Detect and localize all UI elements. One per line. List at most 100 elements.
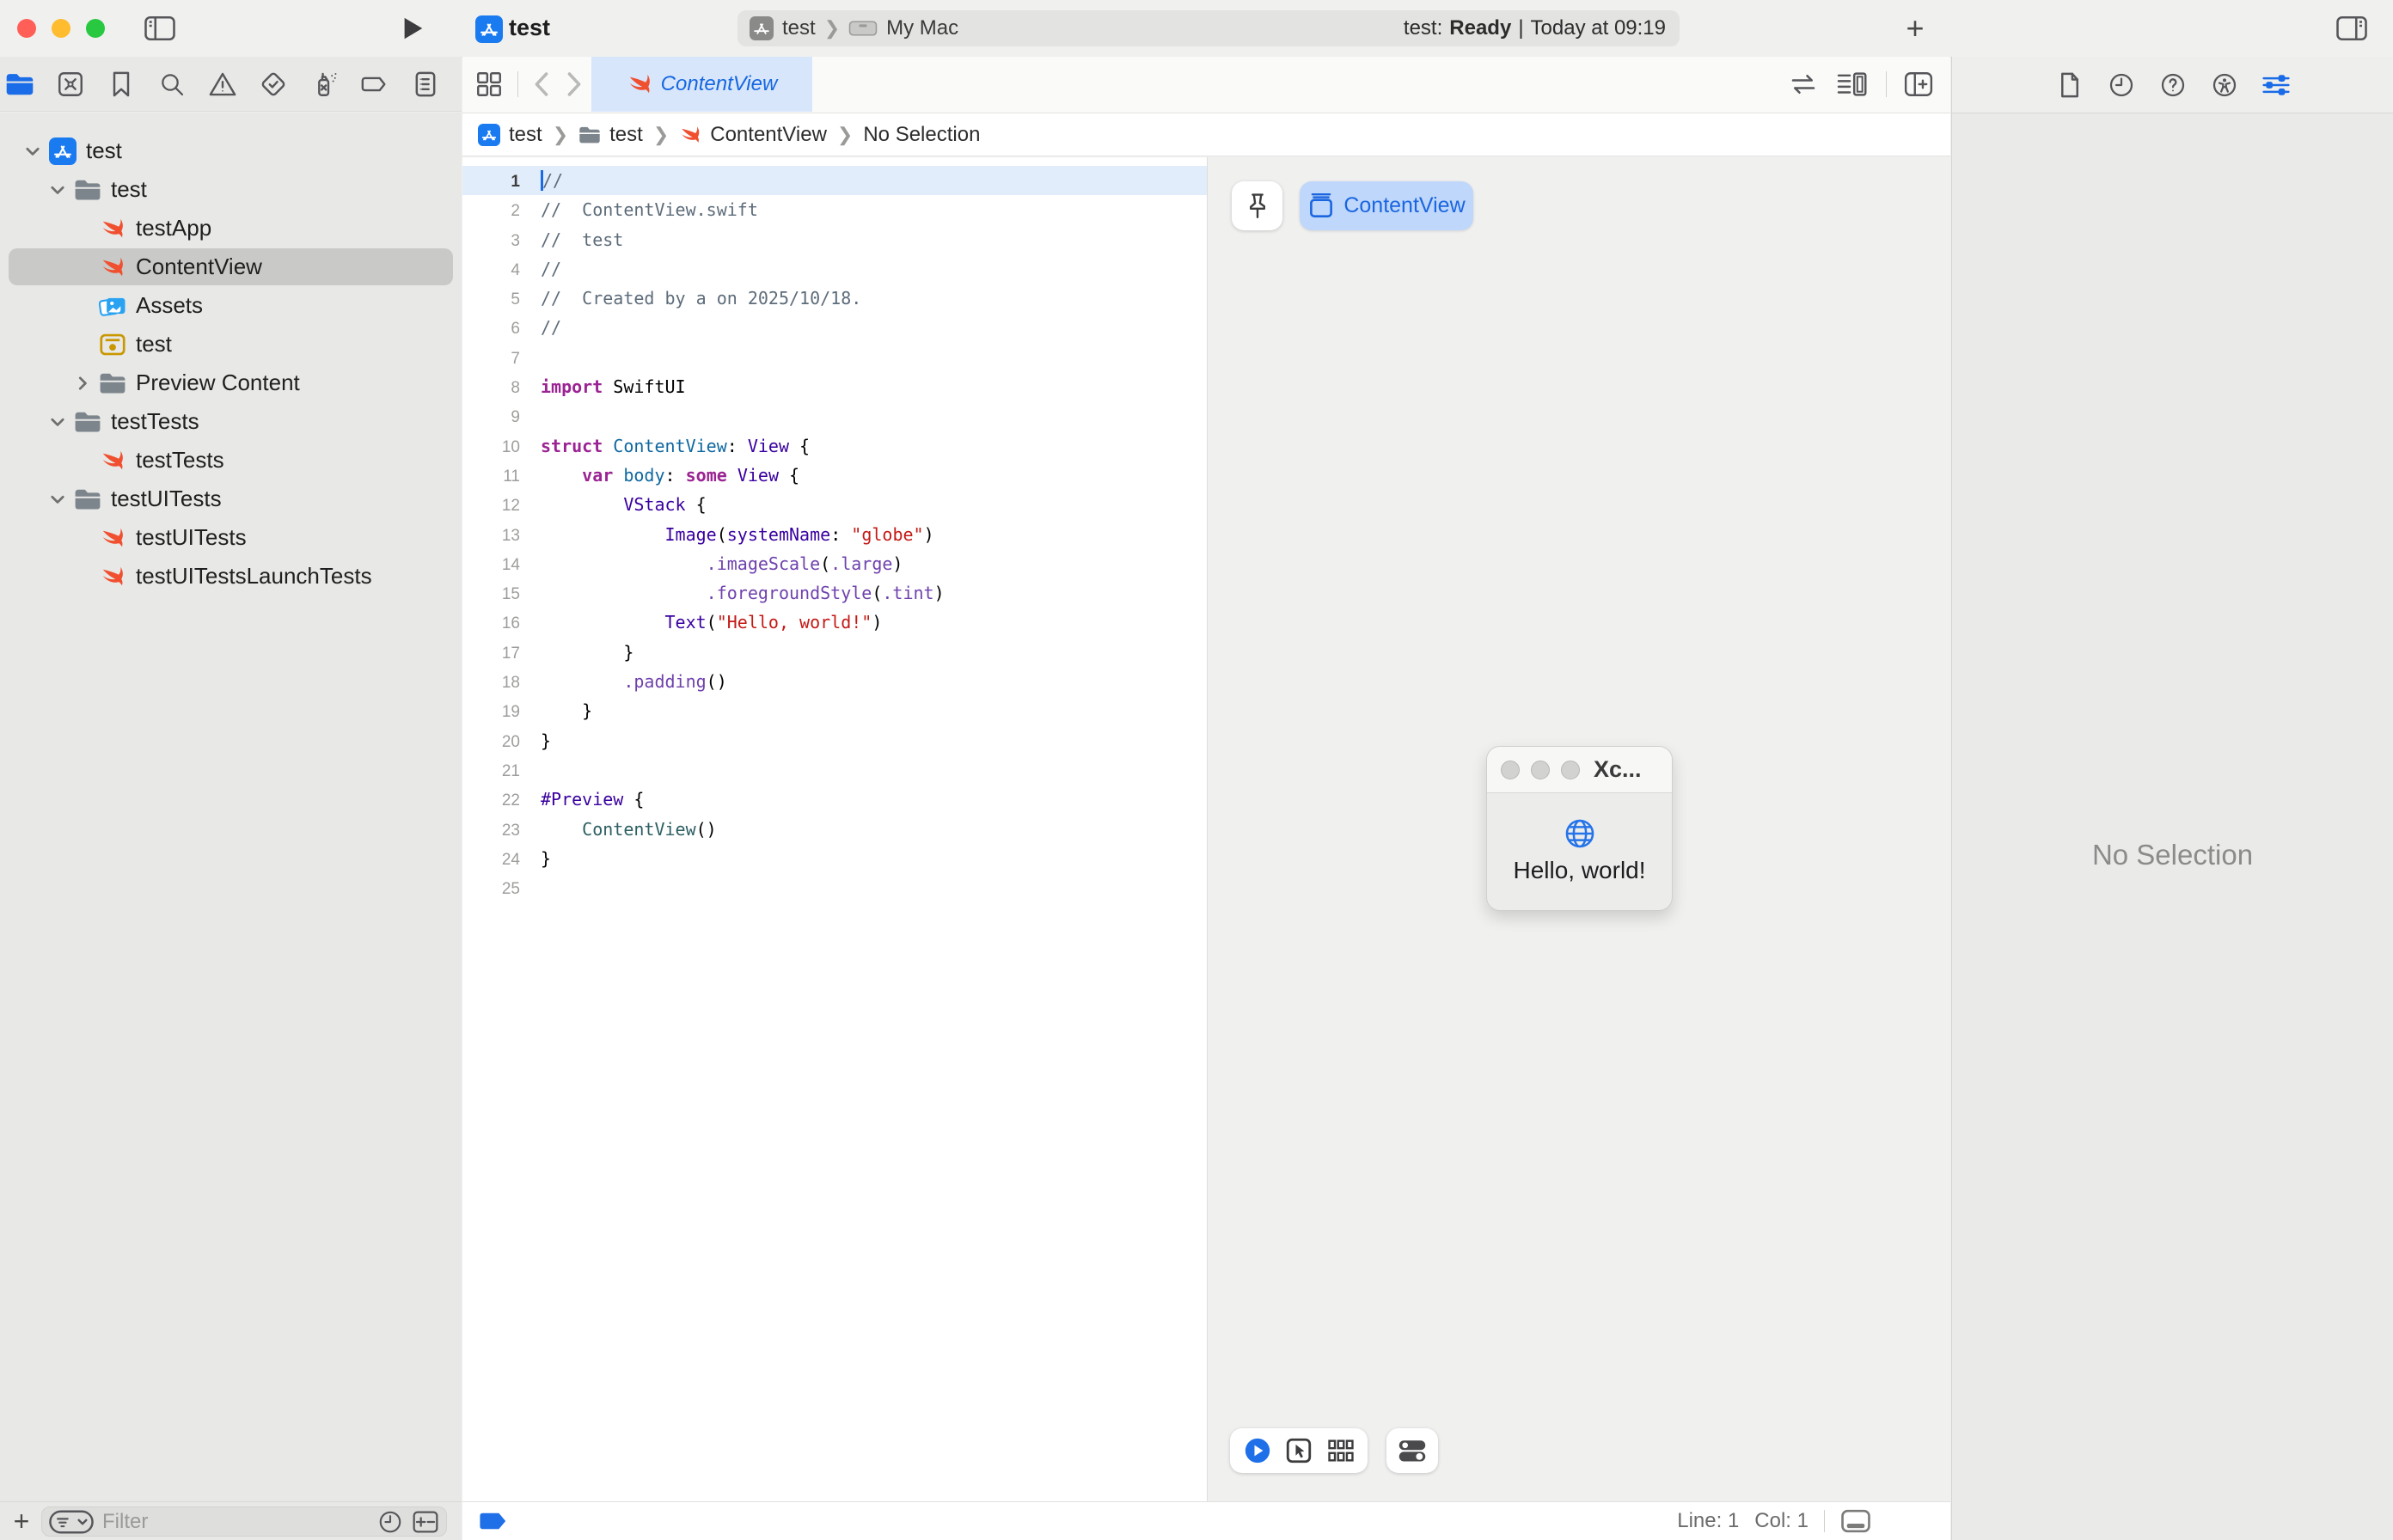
minimize-window-button[interactable] bbox=[52, 19, 70, 38]
tree-item-testuitests[interactable]: testUITests bbox=[0, 518, 462, 557]
chevron-down-icon[interactable] bbox=[47, 489, 68, 510]
debug-icon[interactable] bbox=[309, 70, 339, 99]
sdk-filter-icon[interactable] bbox=[412, 1510, 439, 1534]
jumpbar-item-test[interactable]: test bbox=[478, 123, 542, 147]
tree-item-testuitests[interactable]: testUITests bbox=[0, 480, 462, 518]
code-line-19[interactable]: 19 } bbox=[462, 696, 1207, 725]
pin-preview-button[interactable] bbox=[1232, 181, 1282, 230]
line-number: 16 bbox=[462, 609, 520, 639]
history-inspector-icon[interactable] bbox=[2107, 70, 2136, 100]
code-line-11[interactable]: 11 var body: some View { bbox=[462, 461, 1207, 490]
code-line-16[interactable]: 16 Text("Hello, world!") bbox=[462, 608, 1207, 637]
jumpbar-item-test[interactable]: test bbox=[578, 123, 643, 147]
chevron-down-icon[interactable] bbox=[47, 412, 68, 432]
code-line-1[interactable]: 1// bbox=[462, 166, 1207, 195]
code-line-15[interactable]: 15 .foregroundStyle(.tint) bbox=[462, 578, 1207, 608]
scheme-selector[interactable]: test ❯ My Mac bbox=[750, 10, 958, 46]
code-line-13[interactable]: 13 Image(systemName: "globe") bbox=[462, 520, 1207, 549]
code-line-5[interactable]: 5// Created by a on 2025/10/18. bbox=[462, 284, 1207, 313]
chevron-down-icon[interactable] bbox=[47, 180, 68, 200]
preview-selectable-button[interactable] bbox=[1284, 1436, 1313, 1465]
project-navigator-icon[interactable] bbox=[5, 70, 34, 99]
code-line-14[interactable]: 14 .imageScale(.large) bbox=[462, 549, 1207, 578]
tests-icon[interactable] bbox=[259, 70, 288, 99]
go-back-icon[interactable] bbox=[532, 70, 551, 98]
tree-item-contentview[interactable]: ContentView bbox=[0, 248, 462, 286]
add-button[interactable]: + bbox=[1898, 12, 1932, 45]
tree-item-assets[interactable]: Assets bbox=[0, 286, 462, 325]
chevron-right-icon: ❯ bbox=[553, 124, 568, 146]
tree-item-preview-content[interactable]: Preview Content bbox=[0, 364, 462, 402]
adjust-editor-options-icon[interactable] bbox=[1836, 70, 1869, 98]
toggle-left-sidebar-icon[interactable] bbox=[144, 14, 175, 43]
add-editor-icon[interactable] bbox=[1904, 71, 1933, 97]
tab-contentview[interactable]: ContentView bbox=[591, 57, 812, 112]
scheme-status-pill[interactable]: test ❯ My Mac test: Ready | Today at 09:… bbox=[737, 10, 1680, 46]
code-line-10[interactable]: 10struct ContentView: View { bbox=[462, 431, 1207, 461]
code-line-17[interactable]: 17 } bbox=[462, 638, 1207, 667]
attributes-inspector-icon[interactable] bbox=[2261, 70, 2291, 100]
preview-tab-button[interactable]: ContentView bbox=[1300, 181, 1473, 230]
bookmarks-icon[interactable] bbox=[107, 70, 136, 99]
preview-variants-button[interactable] bbox=[1326, 1438, 1356, 1464]
code-line-22[interactable]: 22#Preview { bbox=[462, 785, 1207, 814]
reports-icon[interactable] bbox=[411, 70, 440, 99]
breakpoints-icon[interactable] bbox=[360, 70, 389, 99]
tree-item-test[interactable]: test bbox=[0, 325, 462, 364]
code-line-25[interactable]: 25 bbox=[462, 873, 1207, 902]
recent-files-icon[interactable] bbox=[377, 1509, 403, 1535]
scheme-device[interactable]: My Mac bbox=[886, 16, 958, 40]
add-file-button[interactable]: + bbox=[7, 1506, 36, 1536]
close-window-button[interactable] bbox=[17, 19, 36, 38]
code-line-2[interactable]: 2// ContentView.swift bbox=[462, 195, 1207, 224]
go-forward-icon[interactable] bbox=[565, 70, 584, 98]
code-line-24[interactable]: 24} bbox=[462, 844, 1207, 873]
code-line-20[interactable]: 20} bbox=[462, 726, 1207, 755]
preview-device-window[interactable]: Xc... Hello, world! bbox=[1486, 746, 1673, 911]
swift-icon bbox=[679, 124, 701, 146]
related-items-icon[interactable] bbox=[474, 70, 504, 99]
breakpoints-toggle[interactable] bbox=[478, 1511, 509, 1531]
scheme-target[interactable]: test bbox=[782, 16, 816, 40]
tree-item-test[interactable]: test bbox=[0, 131, 462, 170]
line-number: 18 bbox=[462, 669, 520, 698]
code-line-9[interactable]: 9 bbox=[462, 401, 1207, 431]
code-line-8[interactable]: 8import SwiftUI bbox=[462, 372, 1207, 401]
source-control-icon[interactable] bbox=[56, 70, 85, 99]
zoom-window-button[interactable] bbox=[86, 19, 105, 38]
tree-item-testapp[interactable]: testApp bbox=[0, 209, 462, 248]
filter-menu-icon[interactable] bbox=[49, 1510, 94, 1534]
minimap-toggle-icon[interactable] bbox=[1840, 1509, 1871, 1533]
chevron-down-icon[interactable] bbox=[22, 141, 43, 162]
code-review-icon[interactable] bbox=[1788, 71, 1819, 97]
file-inspector-icon[interactable] bbox=[2055, 70, 2084, 100]
code-line-7[interactable]: 7 bbox=[462, 343, 1207, 372]
code-line-12[interactable]: 12 VStack { bbox=[462, 490, 1207, 519]
code-line-18[interactable]: 18 .padding() bbox=[462, 667, 1207, 696]
code-line-21[interactable]: 21 bbox=[462, 755, 1207, 785]
canvas-settings-button[interactable] bbox=[1386, 1428, 1438, 1473]
toggle-right-sidebar-icon[interactable] bbox=[2335, 14, 2369, 43]
filter-field[interactable]: Filter bbox=[41, 1506, 447, 1537]
jump-bar[interactable]: test❯test❯ContentView❯No Selection bbox=[462, 113, 1950, 156]
chevron-right-icon[interactable] bbox=[72, 373, 93, 394]
code-line-6[interactable]: 6// bbox=[462, 313, 1207, 342]
folder-icon bbox=[578, 124, 601, 146]
code-line-3[interactable]: 3// test bbox=[462, 225, 1207, 254]
line-number: 5 bbox=[462, 285, 520, 315]
accessibility-inspector-icon[interactable] bbox=[2210, 70, 2239, 100]
jumpbar-item-no-selection[interactable]: No Selection bbox=[863, 123, 980, 147]
source-editor[interactable]: 1//2// ContentView.swift3// test4//5// C… bbox=[462, 157, 1207, 1501]
quick-help-inspector-icon[interactable] bbox=[2158, 70, 2188, 100]
find-icon[interactable] bbox=[157, 70, 187, 99]
preview-live-button[interactable] bbox=[1243, 1436, 1272, 1465]
code-line-23[interactable]: 23 ContentView() bbox=[462, 815, 1207, 844]
run-button[interactable] bbox=[397, 14, 428, 43]
jumpbar-item-contentview[interactable]: ContentView bbox=[679, 123, 827, 147]
issues-icon[interactable] bbox=[208, 70, 237, 99]
tree-item-testtests[interactable]: testTests bbox=[0, 441, 462, 480]
tree-item-testtests[interactable]: testTests bbox=[0, 402, 462, 441]
tree-item-testuitestslaunchtests[interactable]: testUITestsLaunchTests bbox=[0, 557, 462, 596]
code-line-4[interactable]: 4// bbox=[462, 254, 1207, 284]
tree-item-test[interactable]: test bbox=[0, 170, 462, 209]
